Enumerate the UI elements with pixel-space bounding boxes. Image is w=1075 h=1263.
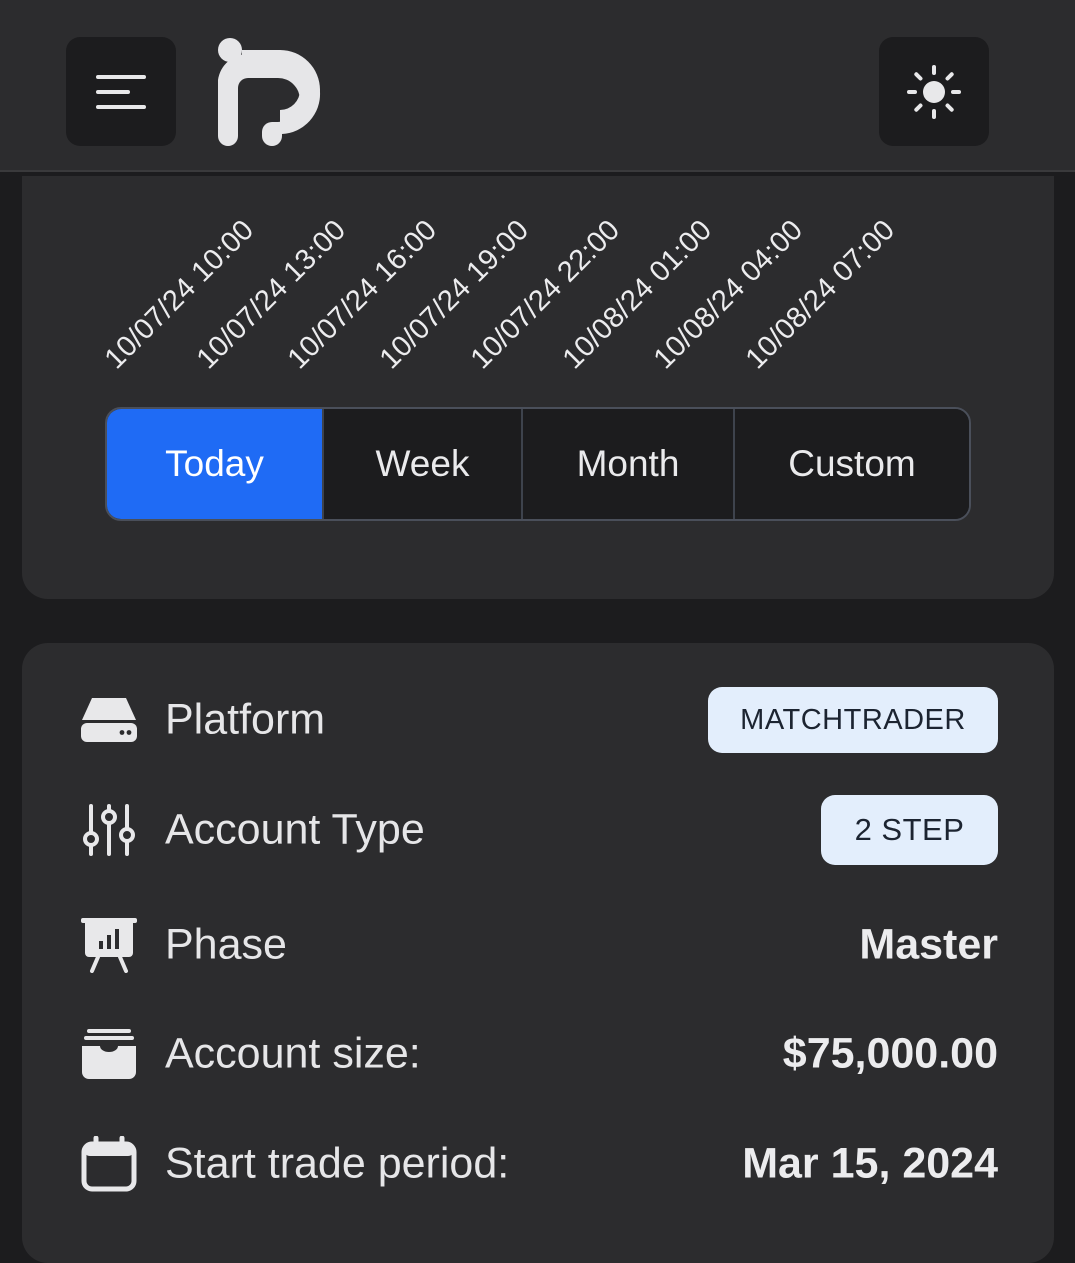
time-range-selector: Today Week Month Custom	[105, 407, 971, 521]
platform-row: Platform MATCHTRADER	[22, 675, 1054, 765]
account-type-row: Account Type 2 STEP	[22, 785, 1054, 875]
sliders-icon	[80, 801, 138, 859]
presentation-chart-icon	[80, 916, 138, 974]
server-drive-icon	[80, 691, 138, 749]
start-trade-period-value: Mar 15, 2024	[742, 1139, 998, 1188]
account-size-label: Account size:	[165, 1029, 421, 1078]
range-tab-week[interactable]: Week	[322, 409, 521, 519]
archive-box-icon	[80, 1025, 138, 1083]
phase-label: Phase	[165, 920, 287, 969]
platform-label: Platform	[165, 695, 326, 744]
theme-toggle-button[interactable]	[879, 37, 989, 146]
phase-value: Master	[859, 920, 998, 969]
range-tab-today[interactable]: Today	[107, 409, 322, 519]
menu-button[interactable]	[66, 37, 176, 146]
account-size-value: $75,000.00	[782, 1029, 998, 1078]
account-type-label: Account Type	[165, 805, 425, 854]
chart-x-axis: 10/07/24 10:00 10/07/24 13:00 10/07/24 1…	[22, 176, 1054, 376]
start-trade-period-label: Start trade period:	[165, 1139, 510, 1188]
platform-badge: MATCHTRADER	[708, 687, 998, 753]
account-details-card: Platform MATCHTRADER Account Type 2 STEP	[22, 643, 1054, 1263]
start-trade-period-row: Start trade period: Mar 15, 2024	[22, 1119, 1054, 1209]
brand-logo[interactable]	[216, 36, 332, 148]
phase-row: Phase Master	[22, 900, 1054, 990]
range-tab-month[interactable]: Month	[521, 409, 733, 519]
calendar-icon	[80, 1135, 138, 1193]
sun-icon	[907, 64, 961, 119]
chart-card: 10/07/24 10:00 10/07/24 13:00 10/07/24 1…	[22, 176, 1054, 599]
hamburger-menu-icon	[96, 74, 146, 109]
account-size-row: Account size: $75,000.00	[22, 1009, 1054, 1099]
account-type-badge: 2 STEP	[821, 795, 998, 865]
range-tab-custom[interactable]: Custom	[733, 409, 969, 519]
app-header	[0, 0, 1075, 172]
